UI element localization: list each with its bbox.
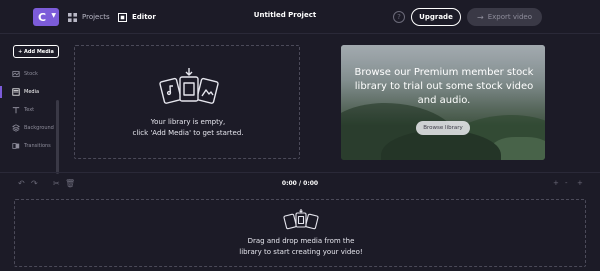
timeline-empty-message: Drag and drop media from the library to … xyxy=(15,236,587,258)
stock-icon xyxy=(12,71,20,77)
background-icon xyxy=(12,124,20,132)
text-icon xyxy=(12,107,20,114)
sidebar-item-label: Text xyxy=(24,107,35,113)
stock-promo-card: Browse our Premium member stock library … xyxy=(341,45,545,160)
export-video-label: Export video xyxy=(487,13,532,21)
sidebar-item-label: Media xyxy=(24,89,40,95)
add-media-button[interactable]: + Add Media xyxy=(13,45,59,58)
library-empty-message: Your library is empty, click 'Add Media'… xyxy=(75,117,301,139)
upgrade-button[interactable]: Upgrade xyxy=(411,8,461,26)
nav-projects-label: Projects xyxy=(82,13,110,21)
sidebar-item-stock[interactable]: Stock xyxy=(0,65,60,83)
library-empty-line-2: click 'Add Media' to get started. xyxy=(132,129,244,137)
top-bar: C ▼ Projects Editor Untitled Project ? U… xyxy=(0,0,600,34)
scissors-icon[interactable]: ✂ xyxy=(53,179,60,188)
timeline-empty-line-1: Drag and drop media from the xyxy=(247,237,355,245)
sidebar-item-transitions[interactable]: Transitions xyxy=(0,137,60,155)
sidebar: + Add Media Stock Media Text Background … xyxy=(0,34,66,174)
grid-icon xyxy=(68,12,77,22)
media-library-dropzone[interactable]: Your library is empty, click 'Add Media'… xyxy=(74,45,300,159)
chevron-down-icon: ▼ xyxy=(51,12,56,19)
nav-editor-label: Editor xyxy=(132,13,156,21)
sidebar-item-media[interactable]: Media xyxy=(0,83,60,101)
undo-icon[interactable]: ↶ xyxy=(18,179,25,188)
project-title[interactable]: Untitled Project xyxy=(230,11,340,19)
timecode: 0:00 / 0:00 xyxy=(281,180,319,187)
timeline-empty-line-2: library to start creating your video! xyxy=(239,248,363,256)
media-files-icon xyxy=(159,68,219,104)
zoom-out-icon[interactable]: + xyxy=(577,179,583,187)
logo-letter: C xyxy=(38,10,47,24)
help-icon[interactable]: ? xyxy=(393,11,405,23)
app-logo-button[interactable]: C ▼ xyxy=(33,8,59,26)
zoom-separator: - xyxy=(565,179,568,187)
trash-icon[interactable]: 🗑 xyxy=(65,179,75,188)
sidebar-list: Stock Media Text Background Transitions xyxy=(0,65,60,155)
nav-editor[interactable]: Editor xyxy=(118,10,156,24)
browse-library-button[interactable]: Browse library xyxy=(416,121,470,135)
transitions-icon xyxy=(12,143,20,149)
sidebar-item-label: Stock xyxy=(24,71,38,77)
arrow-right-icon: → xyxy=(477,12,484,22)
media-files-icon xyxy=(283,209,319,230)
sidebar-item-text[interactable]: Text xyxy=(0,101,60,119)
sidebar-scrollbar[interactable] xyxy=(56,100,59,174)
sidebar-item-label: Background xyxy=(24,125,54,131)
library-empty-line-1: Your library is empty, xyxy=(150,118,226,126)
sidebar-item-background[interactable]: Background xyxy=(0,119,60,137)
redo-icon[interactable]: ↷ xyxy=(31,179,38,188)
nav-projects[interactable]: Projects xyxy=(68,10,110,24)
playback-toolbar: ↶ ↷ ✂ 🗑 0:00 / 0:00 + - + xyxy=(0,172,600,194)
media-icon xyxy=(12,88,20,96)
timeline-dropzone[interactable]: Drag and drop media from the library to … xyxy=(14,199,586,267)
sidebar-item-label: Transitions xyxy=(24,143,51,149)
promo-text: Browse our Premium member stock library … xyxy=(354,67,534,106)
zoom-in-icon[interactable]: + xyxy=(553,179,559,187)
film-icon xyxy=(118,12,127,22)
export-video-button[interactable]: → Export video xyxy=(467,8,542,26)
